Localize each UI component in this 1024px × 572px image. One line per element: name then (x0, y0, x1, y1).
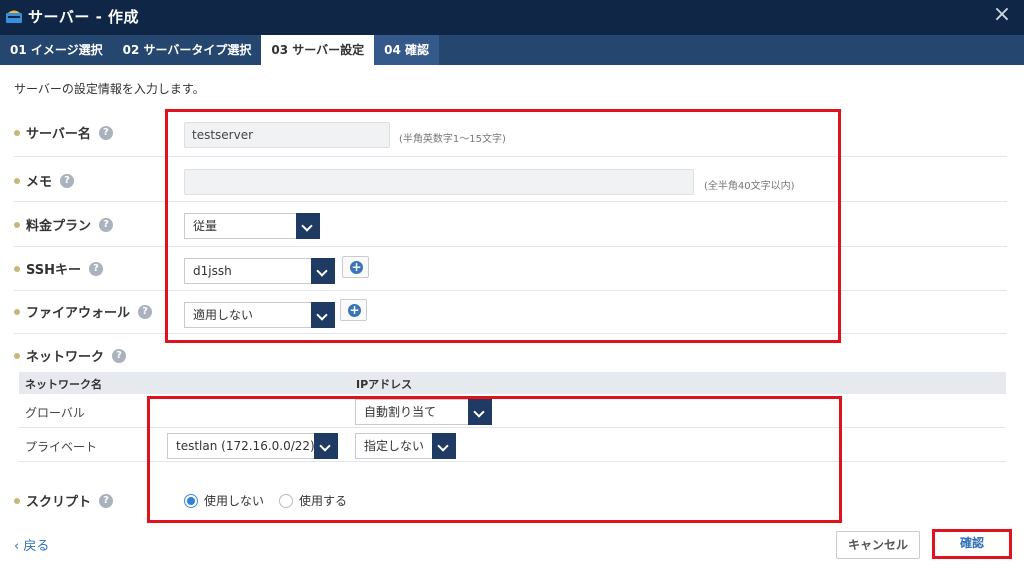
network-table: ネットワーク名 IPアドレス グローバル 自動割り当て プライベート testl… (19, 372, 1006, 462)
chevron-down-icon[interactable] (468, 399, 492, 425)
private-lan-value: testlan (172.16.0.0/22) (176, 439, 315, 453)
private-lan-select[interactable]: testlan (172.16.0.0/22) (167, 433, 338, 459)
firewall-select-value: 適用しない (193, 308, 254, 322)
plan-select-value: 従量 (193, 219, 218, 233)
add-firewall-button[interactable]: + (340, 299, 367, 321)
script-off-label: 使用しない (204, 494, 265, 508)
plus-icon: + (350, 260, 363, 274)
network-table-header: ネットワーク名 IPアドレス (19, 372, 1006, 394)
bullet-icon (14, 497, 20, 504)
add-ssh-key-button[interactable]: + (342, 256, 369, 278)
ssh-key-label: SSHキー ? (14, 259, 104, 278)
help-icon[interactable]: ? (99, 217, 114, 232)
ssh-key-select[interactable]: d1jssh (184, 258, 335, 284)
help-icon[interactable]: ? (99, 493, 114, 508)
help-icon[interactable]: ? (138, 304, 153, 319)
close-icon[interactable]: × (990, 3, 1014, 27)
tab-server-settings[interactable]: 03 サーバー設定 (261, 35, 375, 65)
plan-row: 料金プラン ? 従量 (14, 202, 1007, 247)
chevron-left-icon: ‹ (14, 539, 24, 554)
help-icon[interactable]: ? (98, 125, 113, 140)
help-icon[interactable]: ? (112, 348, 127, 363)
memo-hint: (全半角40文字以内) (704, 181, 795, 192)
firewall-label-text: ファイアウォール (26, 306, 131, 321)
plan-label: 料金プラン ? (14, 215, 114, 234)
intro-text: サーバーの設定情報を入力します。 (14, 82, 205, 96)
tab-server-type-select[interactable]: 02 サーバータイプ選択 (113, 35, 262, 65)
wizard-tabs: 01 イメージ選択 02 サーバータイプ選択 03 サーバー設定 04 確認 (0, 35, 1024, 65)
window-title: サーバー - 作成 (28, 8, 140, 26)
bullet-icon (14, 352, 20, 359)
private-network-name: プライベート (25, 440, 98, 454)
bullet-icon (14, 177, 20, 184)
script-label-text: スクリプト (26, 495, 92, 510)
help-icon[interactable]: ? (60, 173, 75, 188)
tab-image-select[interactable]: 01 イメージ選択 (0, 35, 113, 65)
ssh-key-select-value: d1jssh (193, 264, 232, 278)
chevron-down-icon[interactable] (311, 258, 335, 284)
help-icon[interactable]: ? (89, 261, 104, 276)
private-ip-value: 指定しない (364, 439, 425, 453)
ssh-key-label-text: SSHキー (26, 263, 82, 278)
script-row: スクリプト ? 使用しない 使用する (14, 484, 1007, 514)
bullet-icon (14, 308, 20, 315)
ip-address-header: IPアドレス (356, 378, 413, 391)
network-label-text: ネットワーク (26, 350, 105, 365)
global-ip-value: 自動割り当て (364, 405, 437, 419)
radio-unselected-icon (279, 493, 293, 508)
back-link[interactable]: ‹ 戻る (14, 535, 49, 554)
server-name-hint: (半角英数字1～15文字) (399, 134, 506, 145)
server-name-label-text: サーバー名 (26, 127, 91, 142)
firewall-label: ファイアウォール ? (14, 302, 153, 321)
server-icon (6, 10, 22, 23)
bullet-icon (14, 221, 20, 228)
bullet-icon (14, 129, 20, 136)
global-ip-select[interactable]: 自動割り当て (355, 399, 492, 425)
server-name-input[interactable] (184, 122, 390, 148)
chevron-down-icon[interactable] (296, 213, 320, 239)
memo-label-text: メモ (26, 175, 53, 190)
plan-label-text: 料金プラン (26, 219, 92, 234)
firewall-row: ファイアウォール ? 適用しない + (14, 291, 1007, 334)
radio-selected-icon (184, 493, 198, 508)
back-link-label: 戻る (23, 539, 50, 554)
chevron-down-icon[interactable] (311, 302, 335, 328)
table-row: プライベート testlan (172.16.0.0/22) 指定しない (19, 428, 1006, 462)
confirm-button[interactable]: 確認 (935, 531, 1009, 558)
tab-confirm[interactable]: 04 確認 (374, 35, 440, 65)
script-on-radio[interactable]: 使用する (279, 492, 347, 509)
cancel-button[interactable]: キャンセル (836, 531, 920, 559)
server-name-label: サーバー名 ? (14, 123, 113, 142)
global-network-name: グローバル (25, 406, 85, 420)
plan-select[interactable]: 従量 (184, 213, 320, 239)
ssh-key-row: SSHキー ? d1jssh + (14, 247, 1007, 291)
network-label: ネットワーク ? (14, 346, 127, 365)
script-on-label: 使用する (299, 494, 348, 508)
chevron-down-icon[interactable] (314, 433, 338, 459)
memo-input[interactable] (184, 169, 694, 195)
memo-label: メモ ? (14, 171, 75, 190)
chevron-down-icon[interactable] (432, 433, 456, 459)
script-off-radio[interactable]: 使用しない (184, 492, 264, 509)
memo-row: メモ ? (全半角40文字以内) (14, 157, 1007, 202)
script-label: スクリプト ? (14, 491, 114, 510)
title-bar: サーバー - 作成 × (0, 0, 1024, 35)
table-row: グローバル 自動割り当て (19, 394, 1006, 428)
firewall-select[interactable]: 適用しない (184, 302, 335, 328)
plus-icon: + (348, 303, 361, 317)
private-ip-select[interactable]: 指定しない (355, 433, 456, 459)
server-name-row: サーバー名 ? (半角英数字1～15文字) (14, 112, 1007, 157)
bullet-icon (14, 265, 20, 272)
network-name-header: ネットワーク名 (25, 378, 102, 391)
